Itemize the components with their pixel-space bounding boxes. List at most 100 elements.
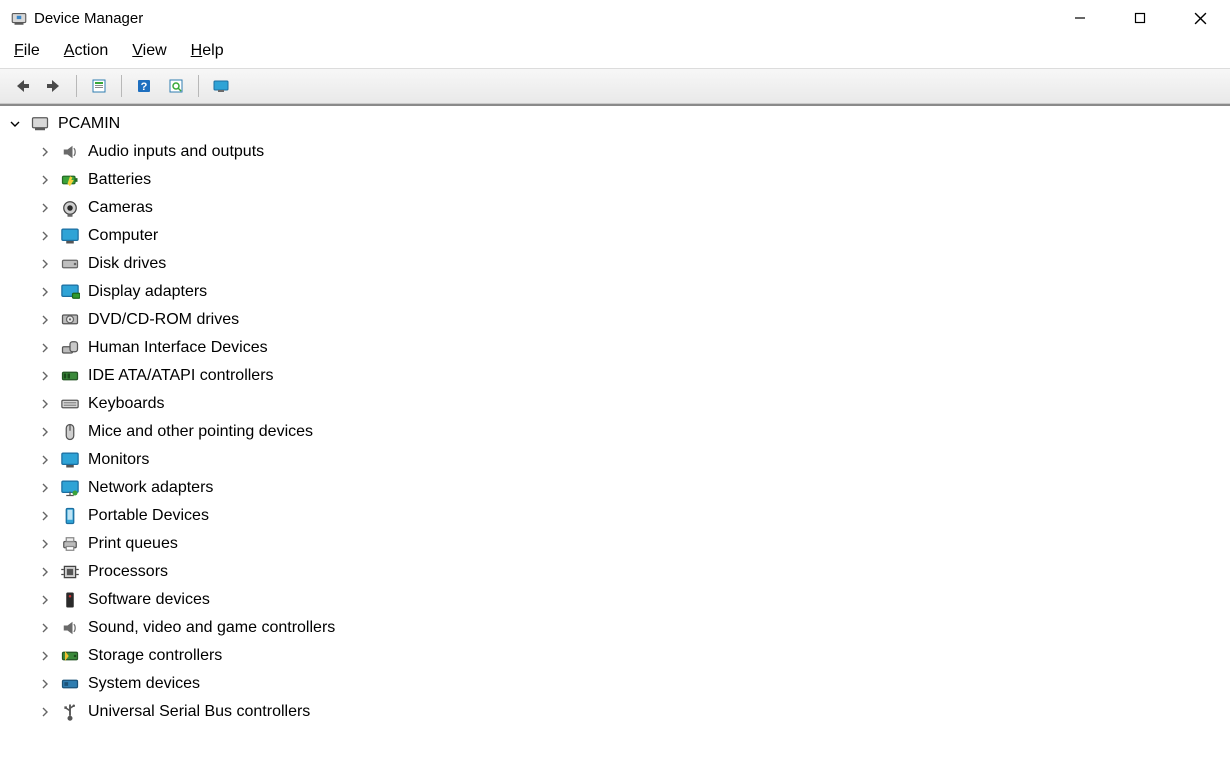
- tree-node-label: Keyboards: [88, 395, 165, 413]
- ide-icon: [60, 368, 80, 384]
- chevron-right-icon[interactable]: [38, 285, 52, 299]
- tree-node-label: Sound, video and game controllers: [88, 619, 335, 637]
- tree-node[interactable]: Computer: [38, 222, 1228, 250]
- chevron-right-icon[interactable]: [38, 593, 52, 607]
- printer-icon: [60, 536, 80, 552]
- tree-node[interactable]: Human Interface Devices: [38, 334, 1228, 362]
- tree-root-node[interactable]: PCAMIN: [8, 110, 1228, 138]
- back-button[interactable]: [8, 74, 36, 98]
- monitor-icon: [60, 452, 80, 468]
- show-hidden-button[interactable]: [207, 74, 235, 98]
- software-icon: [60, 592, 80, 608]
- tree-node[interactable]: Disk drives: [38, 250, 1228, 278]
- chevron-right-icon[interactable]: [38, 229, 52, 243]
- tree-node[interactable]: Network adapters: [38, 474, 1228, 502]
- tree-node[interactable]: Mice and other pointing devices: [38, 418, 1228, 446]
- svg-text:?: ?: [141, 81, 148, 93]
- tree-node-label: Network adapters: [88, 479, 213, 497]
- tree-node-label: Monitors: [88, 451, 149, 469]
- tree-node-label: Mice and other pointing devices: [88, 423, 313, 441]
- menu-action[interactable]: Action: [64, 42, 108, 60]
- menubar: File Action View Help: [0, 36, 1230, 68]
- chevron-right-icon[interactable]: [38, 621, 52, 635]
- chevron-right-icon[interactable]: [38, 705, 52, 719]
- tree-node[interactable]: Cameras: [38, 194, 1228, 222]
- chevron-right-icon[interactable]: [38, 677, 52, 691]
- hid-icon: [60, 340, 80, 356]
- chevron-right-icon[interactable]: [38, 201, 52, 215]
- chevron-right-icon[interactable]: [38, 537, 52, 551]
- computer-root-icon: [30, 116, 50, 132]
- speaker-icon: [60, 620, 80, 636]
- tree-root-label: PCAMIN: [58, 115, 120, 133]
- chevron-right-icon[interactable]: [38, 565, 52, 579]
- cpu-icon: [60, 564, 80, 580]
- tree-node[interactable]: System devices: [38, 670, 1228, 698]
- camera-icon: [60, 200, 80, 216]
- menu-help[interactable]: Help: [191, 42, 224, 60]
- tree-node[interactable]: Audio inputs and outputs: [38, 138, 1228, 166]
- chevron-right-icon[interactable]: [38, 649, 52, 663]
- chevron-right-icon[interactable]: [38, 341, 52, 355]
- chevron-down-icon[interactable]: [8, 117, 22, 131]
- forward-button[interactable]: [40, 74, 68, 98]
- chevron-right-icon[interactable]: [38, 453, 52, 467]
- tree-node[interactable]: IDE ATA/ATAPI controllers: [38, 362, 1228, 390]
- tree-node[interactable]: Monitors: [38, 446, 1228, 474]
- battery-icon: [60, 172, 80, 188]
- chevron-right-icon[interactable]: [38, 369, 52, 383]
- tree-node[interactable]: Software devices: [38, 586, 1228, 614]
- tree-node-label: Universal Serial Bus controllers: [88, 703, 310, 721]
- tree-node[interactable]: Keyboards: [38, 390, 1228, 418]
- tree-node[interactable]: Universal Serial Bus controllers: [38, 698, 1228, 726]
- tree-node[interactable]: Portable Devices: [38, 502, 1228, 530]
- chevron-right-icon[interactable]: [38, 145, 52, 159]
- close-button[interactable]: [1170, 0, 1230, 36]
- optical-icon: [60, 312, 80, 328]
- device-manager-icon: [10, 9, 28, 27]
- window-title: Device Manager: [34, 10, 143, 27]
- tree-node-label: Cameras: [88, 199, 153, 217]
- toolbar-separator: [198, 75, 199, 97]
- tree-node[interactable]: Batteries: [38, 166, 1228, 194]
- chevron-right-icon[interactable]: [38, 481, 52, 495]
- toolbar-separator: [121, 75, 122, 97]
- tree-node-label: Processors: [88, 563, 168, 581]
- chevron-right-icon[interactable]: [38, 509, 52, 523]
- menu-view[interactable]: View: [132, 42, 166, 60]
- mouse-icon: [60, 424, 80, 440]
- tree-node-label: Disk drives: [88, 255, 166, 273]
- tree-node[interactable]: Sound, video and game controllers: [38, 614, 1228, 642]
- speaker-icon: [60, 144, 80, 160]
- display-adapter-icon: [60, 284, 80, 300]
- tree-node-label: System devices: [88, 675, 200, 693]
- toolbar: ?: [0, 68, 1230, 104]
- menu-file[interactable]: File: [14, 42, 40, 60]
- tree-node[interactable]: Storage controllers: [38, 642, 1228, 670]
- minimize-button[interactable]: [1050, 0, 1110, 36]
- chevron-right-icon[interactable]: [38, 173, 52, 187]
- chevron-right-icon[interactable]: [38, 397, 52, 411]
- storage-icon: [60, 648, 80, 664]
- usb-icon: [60, 704, 80, 720]
- device-tree[interactable]: PCAMIN Audio inputs and outputs Batteries…: [0, 104, 1230, 764]
- maximize-button[interactable]: [1110, 0, 1170, 36]
- scan-hardware-button[interactable]: [162, 74, 190, 98]
- toolbar-separator: [76, 75, 77, 97]
- chevron-right-icon[interactable]: [38, 313, 52, 327]
- properties-button[interactable]: [85, 74, 113, 98]
- tree-node-label: Human Interface Devices: [88, 339, 268, 357]
- titlebar: Device Manager: [0, 0, 1230, 36]
- tree-node-label: Print queues: [88, 535, 178, 553]
- tree-node[interactable]: DVD/CD-ROM drives: [38, 306, 1228, 334]
- chevron-right-icon[interactable]: [38, 425, 52, 439]
- help-button[interactable]: ?: [130, 74, 158, 98]
- network-icon: [60, 480, 80, 496]
- chevron-right-icon[interactable]: [38, 257, 52, 271]
- window-controls: [1050, 0, 1230, 36]
- tree-node[interactable]: Processors: [38, 558, 1228, 586]
- tree-node-label: Audio inputs and outputs: [88, 143, 264, 161]
- monitor-icon: [60, 228, 80, 244]
- tree-node[interactable]: Display adapters: [38, 278, 1228, 306]
- tree-node[interactable]: Print queues: [38, 530, 1228, 558]
